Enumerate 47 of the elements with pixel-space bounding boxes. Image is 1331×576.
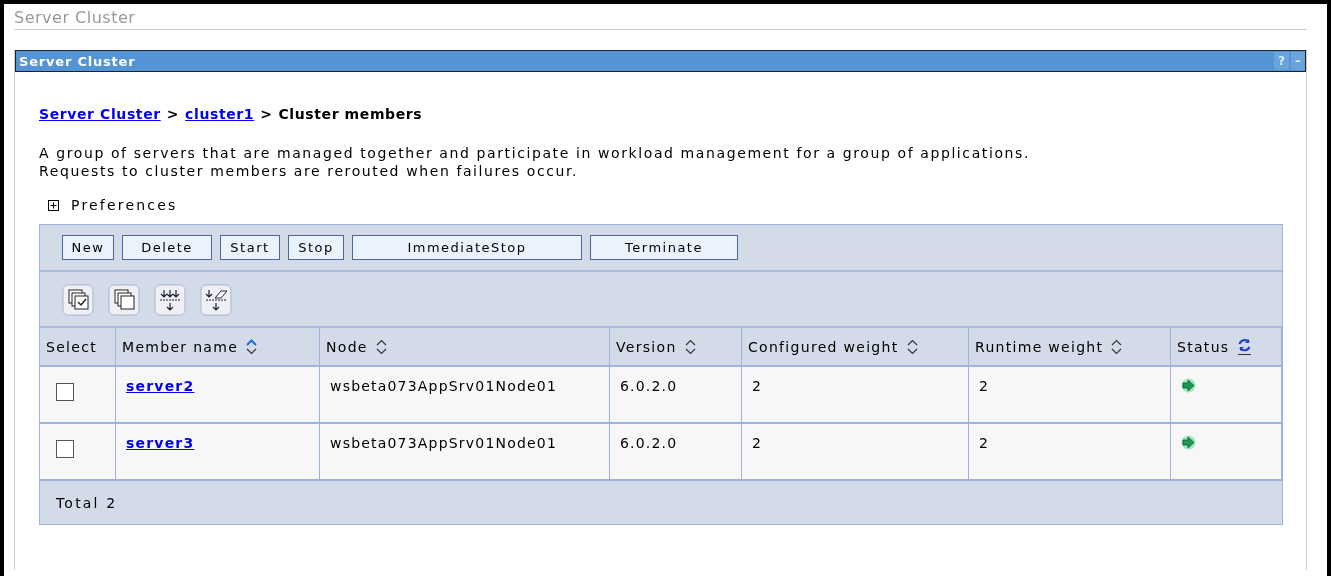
sort-icon[interactable] xyxy=(684,338,696,355)
sort-icon[interactable] xyxy=(246,338,258,355)
preferences-label[interactable]: Preferences xyxy=(71,197,178,213)
column-header[interactable]: Select xyxy=(46,338,97,355)
column-header[interactable]: Member name xyxy=(122,338,239,355)
breadcrumb-link[interactable]: cluster1 xyxy=(185,106,255,122)
action-button[interactable]: ImmediateStop xyxy=(352,235,582,260)
column-header[interactable]: Node xyxy=(326,338,368,355)
total-count: Total 2 xyxy=(56,494,118,511)
breadcrumb-current: Cluster members xyxy=(278,106,423,122)
column-header[interactable]: Configured weight xyxy=(748,338,899,355)
table-cell: 6.0.2.0 xyxy=(620,435,678,451)
table-cell: 2 xyxy=(752,435,763,451)
panel-title: Server Cluster xyxy=(19,53,137,69)
sort-icon[interactable] xyxy=(906,338,918,355)
description-text: Requests to cluster members are rerouted when failures occur. xyxy=(39,162,580,180)
column-header[interactable]: Version xyxy=(616,338,677,355)
action-button[interactable]: Start xyxy=(220,235,280,260)
action-button[interactable]: New xyxy=(62,235,114,260)
table-cell: 2 xyxy=(979,435,990,451)
row-checkbox[interactable] xyxy=(56,440,74,458)
table-cell: wsbeta073AppSrv01Node01 xyxy=(330,378,558,394)
filter-icon[interactable] xyxy=(154,284,186,316)
breadcrumb-separator: > xyxy=(260,106,273,122)
action-button[interactable]: Stop xyxy=(288,235,344,260)
breadcrumb-separator: > xyxy=(166,106,180,122)
refresh-icon[interactable] xyxy=(1237,338,1253,355)
description-text: A group of servers that are managed together and participate in workload management for a group of applications. xyxy=(39,144,1031,162)
column-header[interactable]: Status xyxy=(1177,338,1230,355)
deselect-all-icon[interactable] xyxy=(108,284,140,316)
sort-icon[interactable] xyxy=(375,338,387,355)
action-button[interactable]: Terminate xyxy=(590,235,738,260)
table-cell: 2 xyxy=(752,378,763,394)
member-link[interactable]: server2 xyxy=(126,378,195,394)
table-cell: wsbeta073AppSrv01Node01 xyxy=(330,435,558,451)
sort-icon[interactable] xyxy=(1111,338,1123,355)
table-cell: 2 xyxy=(979,378,990,394)
breadcrumb-link[interactable]: Server Cluster xyxy=(39,106,161,122)
row-checkbox[interactable] xyxy=(56,383,74,401)
page-title: Server Cluster xyxy=(14,8,1307,30)
table-cell: 6.0.2.0 xyxy=(620,378,678,394)
member-link[interactable]: server3 xyxy=(126,435,195,451)
expand-icon[interactable] xyxy=(48,199,59,211)
column-header[interactable]: Runtime weight xyxy=(975,338,1104,355)
select-all-icon[interactable] xyxy=(62,284,94,316)
eraser-icon[interactable] xyxy=(200,284,232,316)
action-button[interactable]: Delete xyxy=(122,235,212,260)
